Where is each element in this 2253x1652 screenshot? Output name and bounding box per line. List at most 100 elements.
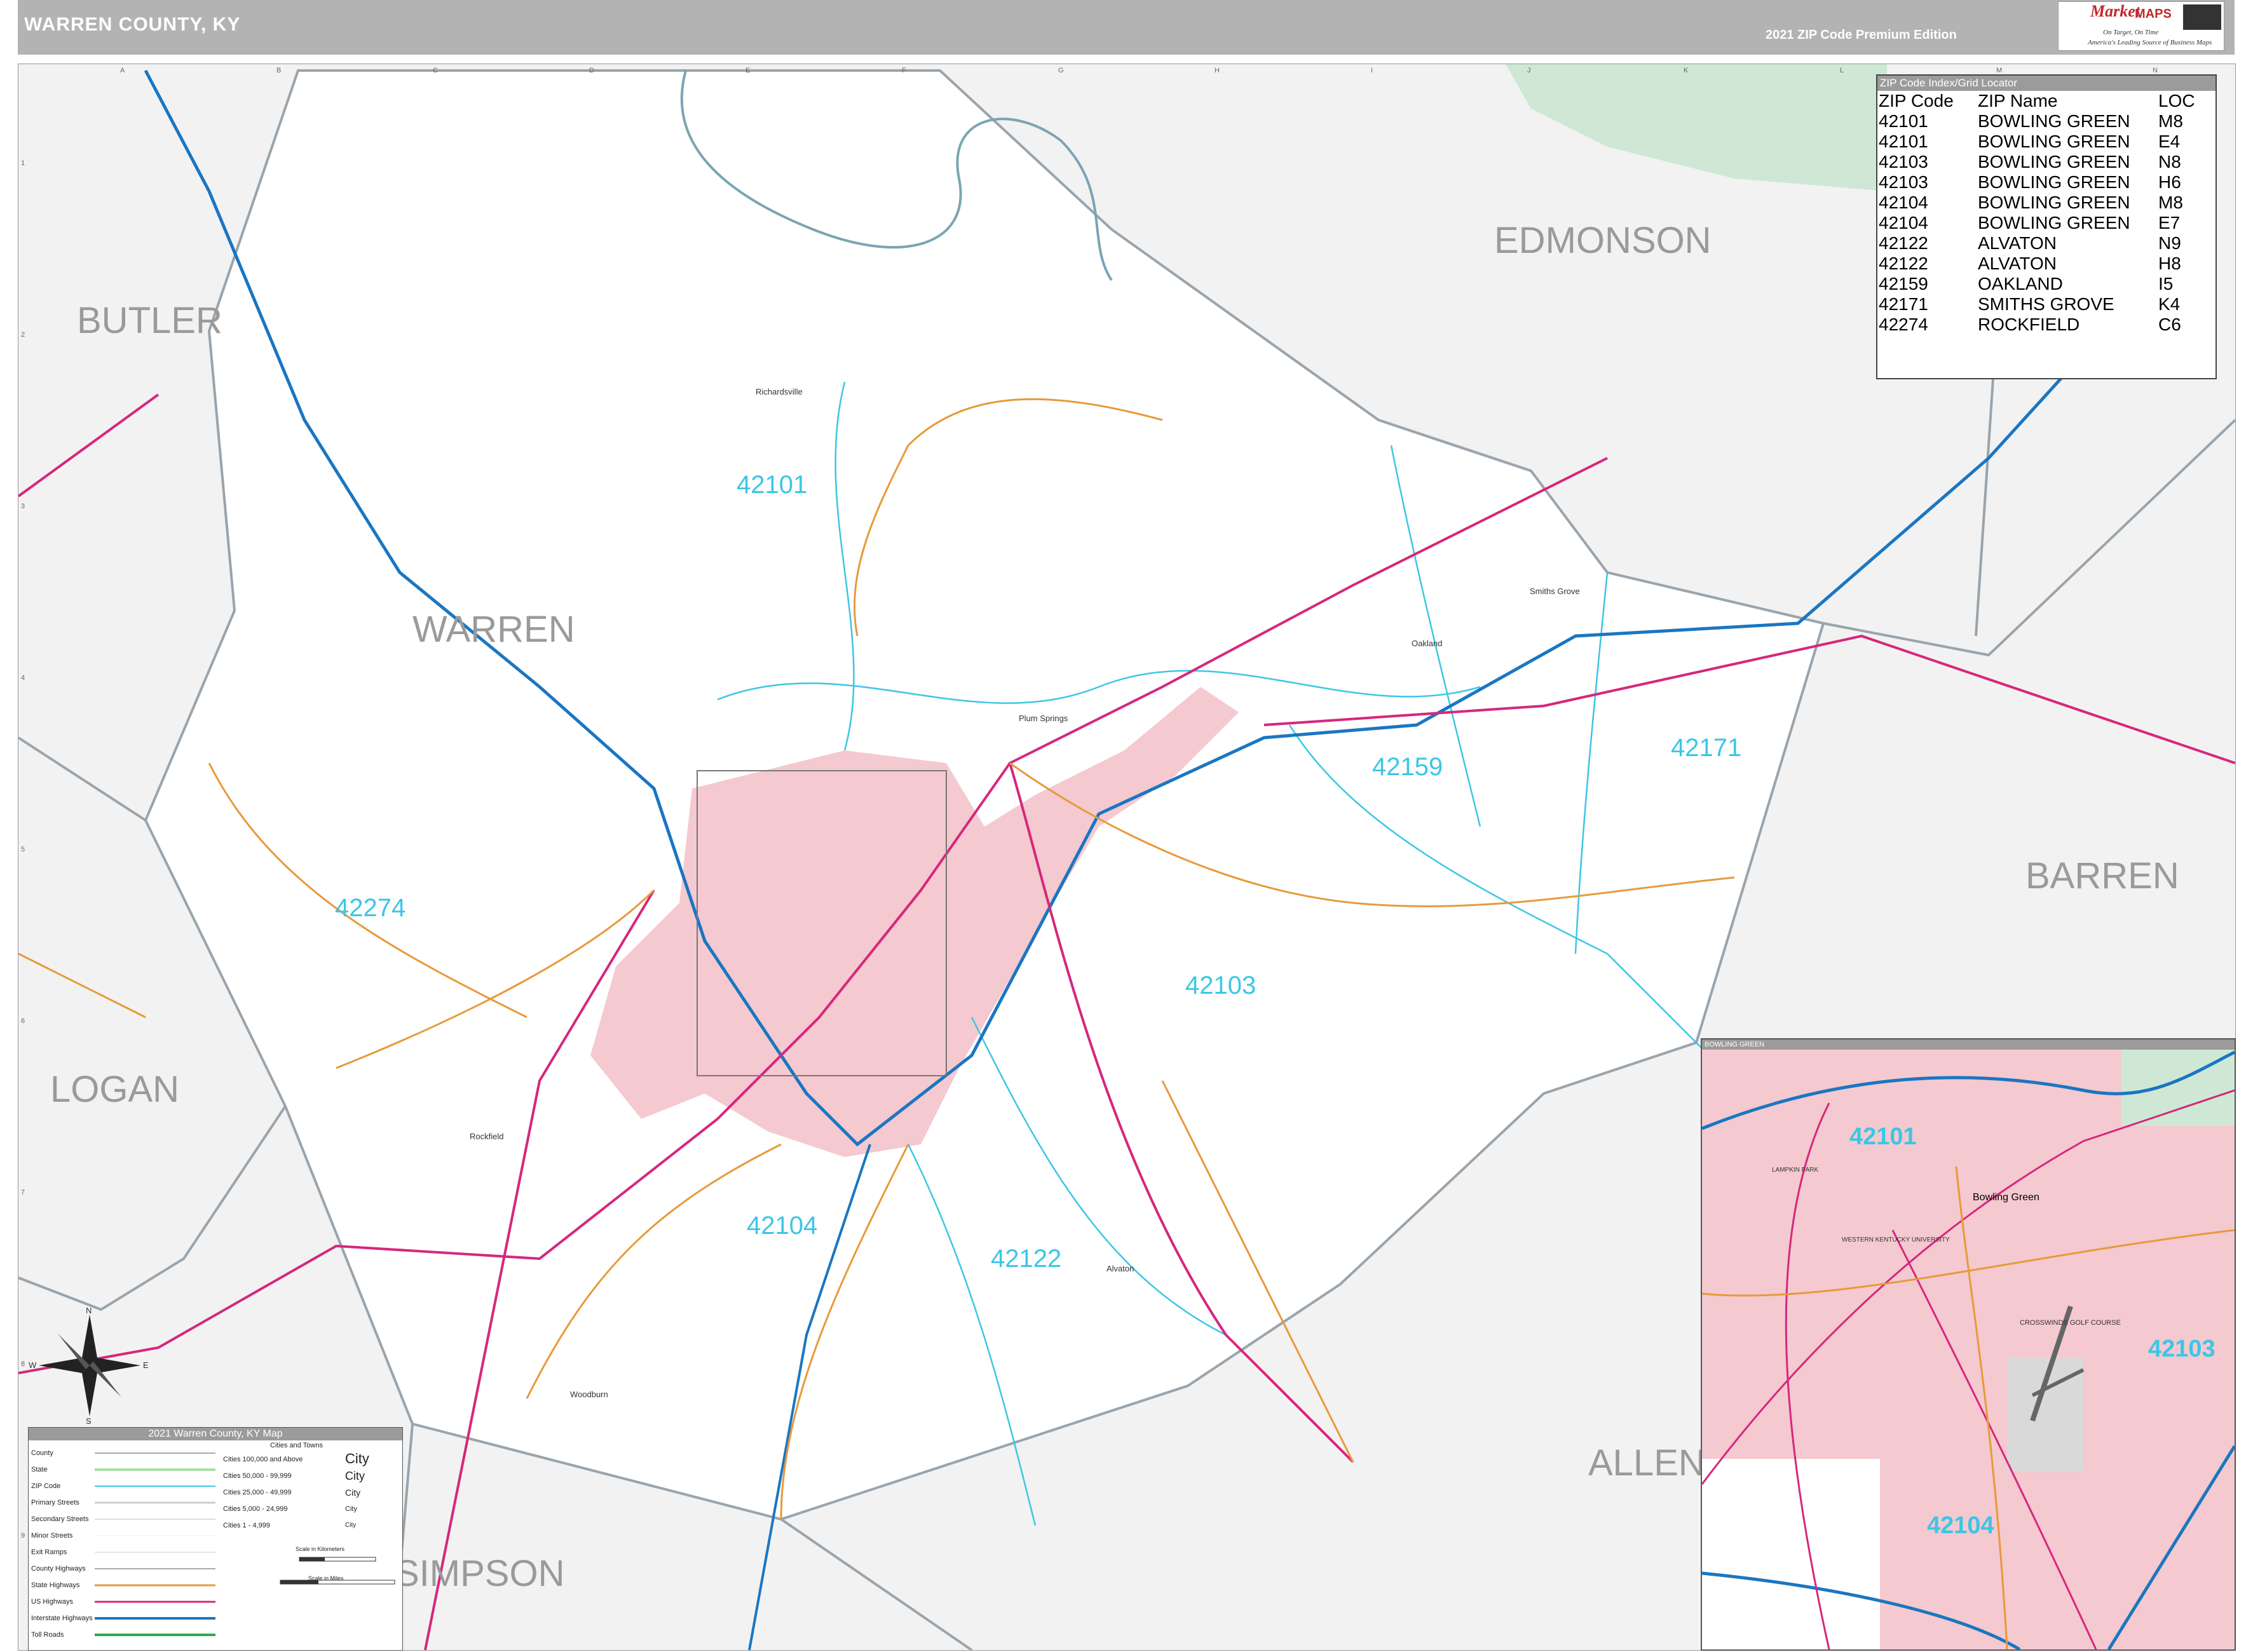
county-label-allen: ALLEN — [1588, 1442, 1705, 1484]
bowling-green-inset-map[interactable]: BOWLING GREEN 42101 42103 42104 Bowling … — [1701, 1038, 2236, 1651]
grid-row-7: 7 — [21, 1189, 25, 1196]
table-cell: OAKLAND — [1978, 274, 2063, 294]
table-cell: 42171 — [1879, 294, 1928, 314]
legend-city-sample-4: City — [345, 1505, 357, 1513]
grid-row-8: 8 — [21, 1360, 25, 1368]
logo-contact-box — [2183, 4, 2221, 30]
table-cell: SMITHS GROVE — [1978, 294, 2114, 314]
table-cell: BOWLING GREEN — [1978, 193, 2130, 212]
inset-zip-42101: 42101 — [1849, 1123, 1917, 1150]
table-cell: 42103 — [1879, 172, 1928, 192]
legend-line-samples — [95, 1452, 215, 1636]
place-label-woodburn: Woodburn — [570, 1390, 608, 1399]
zip-label-42104: 42104 — [747, 1212, 818, 1240]
inset-zip-42104: 42104 — [1927, 1512, 1994, 1539]
logo-tagline-1: On Target, On Time — [2103, 29, 2159, 36]
legend-city-sample-5: City — [345, 1522, 357, 1529]
legend-item-minor: Minor Streets — [31, 1532, 73, 1540]
zip-label-42274: 42274 — [335, 894, 406, 922]
table-cell: 42274 — [1879, 315, 1928, 334]
place-label-alvaton: Alvaton — [1106, 1264, 1134, 1273]
county-label-warren: WARREN — [412, 609, 575, 650]
mammoth-cave-park — [1506, 64, 1887, 191]
zip-index-header-row: ZIP Code ZIP Name LOC — [1877, 91, 2195, 111]
table-cell: BOWLING GREEN — [1978, 111, 2130, 131]
table-cell: C6 — [2158, 315, 2181, 334]
table-row: 42159 OAKLAND I5 — [1877, 274, 2195, 294]
table-cell: BOWLING GREEN — [1978, 213, 2130, 233]
table-cell: N9 — [2158, 233, 2181, 253]
logo-word-market: Market — [2090, 2, 2140, 20]
map-legend: 2021 Warren County, KY Map County State … — [28, 1427, 403, 1651]
table-cell: ALVATON — [1978, 254, 2057, 273]
table-cell: M8 — [2158, 193, 2183, 212]
table-row: 42103 BOWLING GREEN N8 — [1877, 152, 2195, 172]
compass-s: S — [86, 1416, 92, 1426]
legend-cities-title: Cities and Towns — [270, 1442, 323, 1449]
legend-item-interstate: Interstate Highways — [31, 1615, 93, 1622]
table-cell: BOWLING GREEN — [1978, 152, 2130, 172]
grid-col-b: B — [276, 67, 282, 74]
table-cell: H6 — [2158, 172, 2181, 192]
grid-col-k: K — [1684, 67, 1689, 74]
grid-row-5: 5 — [21, 846, 25, 853]
legend-item-secondary: Secondary Streets — [31, 1515, 89, 1523]
compass-n: N — [86, 1306, 92, 1315]
warren-county-area — [144, 69, 1825, 1521]
grid-col-h: H — [1215, 67, 1220, 74]
legend-item-primary: Primary Streets — [31, 1499, 79, 1506]
logo-tagline-2: America's Leading Source of Business Map… — [2088, 39, 2212, 46]
place-label-richardsville: Richardsville — [756, 387, 803, 396]
table-cell: E7 — [2158, 213, 2181, 233]
table-row: 42122 ALVATON H8 — [1877, 254, 2195, 274]
zip-label-42103: 42103 — [1185, 972, 1256, 999]
legend-city-sample-3: City — [345, 1487, 361, 1498]
grid-col-j: J — [1527, 67, 1531, 74]
zip-index-col-name: ZIP Name — [1978, 91, 2058, 111]
table-row: 42101 BOWLING GREEN M8 — [1877, 111, 2195, 132]
grid-row-3: 3 — [21, 503, 25, 510]
grid-col-e: E — [745, 67, 751, 74]
zip-index-col-zip: ZIP Code — [1879, 91, 1954, 111]
county-label-butler: BUTLER — [77, 300, 222, 341]
edition-label: 2021 ZIP Code Premium Edition — [1766, 28, 1957, 42]
legend-city-row-1: Cities 100,000 and Above — [223, 1456, 303, 1463]
grid-col-d: D — [589, 67, 594, 74]
grid-row-9: 9 — [21, 1532, 25, 1540]
zip-index-title: ZIP Code Index/Grid Locator — [1877, 76, 2216, 91]
county-label-barren: BARREN — [2025, 855, 2179, 897]
legend-item-zip: ZIP Code — [31, 1482, 61, 1490]
table-row: 42274 ROCKFIELD C6 — [1877, 315, 2195, 335]
place-label-smiths-grove: Smiths Grove — [1530, 586, 1580, 596]
inset-place-bowling-green: Bowling Green — [1973, 1192, 2039, 1203]
table-row: 42104 BOWLING GREEN M8 — [1877, 193, 2195, 213]
table-cell: H8 — [2158, 254, 2181, 273]
table-cell: 42103 — [1879, 152, 1928, 172]
compass-e: E — [143, 1360, 149, 1370]
place-label-plum-springs: Plum Springs — [1019, 714, 1068, 723]
legend-item-toll: Toll Roads — [31, 1631, 64, 1639]
county-label-simpson: SIMPSON — [395, 1553, 565, 1594]
table-row: 42103 BOWLING GREEN H6 — [1877, 172, 2195, 193]
table-row: 42101 BOWLING GREEN E4 — [1877, 132, 2195, 152]
legend-item-us-hwy: US Highways — [31, 1598, 74, 1606]
table-cell: K4 — [2158, 294, 2181, 314]
table-row: 42122 ALVATON N9 — [1877, 233, 2195, 254]
grid-col-m: M — [1996, 67, 2003, 74]
compass-rose-graphic — [39, 1315, 140, 1416]
table-cell: 42101 — [1879, 111, 1928, 131]
table-cell: 42104 — [1879, 193, 1928, 212]
inset-place-wku: WESTERN KENTUCKY UNIVERSITY — [1842, 1236, 1950, 1243]
table-cell: BOWLING GREEN — [1978, 132, 2130, 151]
table-cell: M8 — [2158, 111, 2183, 131]
title-bar: WARREN COUNTY, KY 2021 ZIP Code Premium … — [18, 0, 2235, 55]
table-cell: 42122 — [1879, 254, 1928, 273]
legend-city-sample-1: City — [345, 1451, 369, 1466]
legend-item-exit: Exit Ramps — [31, 1548, 67, 1556]
grid-col-l: L — [1840, 67, 1844, 74]
legend-city-row-5: Cities 1 - 4,999 — [223, 1522, 270, 1529]
legend-scale-bars — [280, 1557, 395, 1585]
place-label-oakland: Oakland — [1412, 639, 1443, 648]
map-title: WARREN COUNTY, KY — [24, 14, 241, 35]
table-cell: E4 — [2158, 132, 2181, 151]
